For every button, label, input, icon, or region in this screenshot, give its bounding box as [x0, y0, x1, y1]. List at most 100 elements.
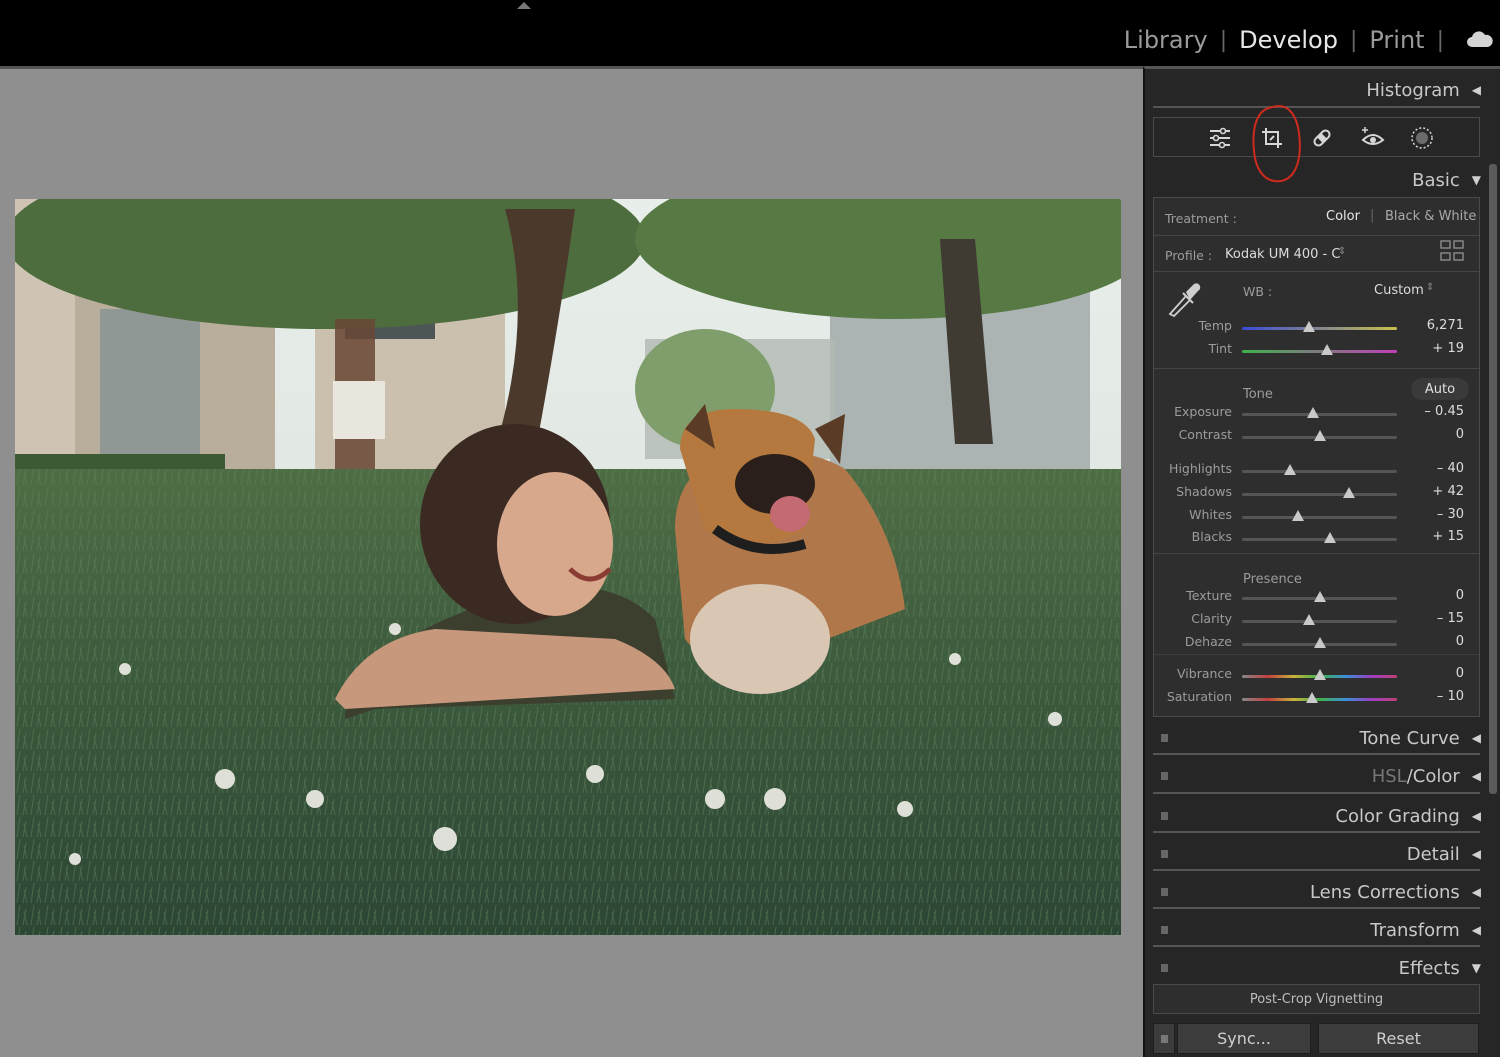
panel-header-hsl-color[interactable]: HSL / Color ◀ [1153, 758, 1481, 794]
profile-browser-grid-icon[interactable] [1440, 240, 1464, 262]
temp-slider-thumb[interactable] [1302, 321, 1315, 332]
collapse-arrow-icon: ◀ [1471, 731, 1481, 745]
wb-select[interactable]: Custom [1374, 283, 1424, 298]
shadows-value[interactable]: + 42 [1404, 484, 1464, 499]
clarity-value[interactable]: – 15 [1404, 611, 1464, 626]
whites-slider-thumb[interactable] [1291, 510, 1304, 521]
profile-stepper-icon[interactable]: ⇕ [1338, 246, 1346, 257]
panel-header-basic[interactable]: Basic ▼ [1153, 162, 1481, 198]
contrast-value[interactable]: 0 [1404, 427, 1464, 442]
exposure-slider-track[interactable] [1242, 413, 1397, 416]
photo-image [15, 199, 1121, 935]
white-balance-eyedropper-icon[interactable] [1164, 278, 1204, 318]
exposure-label: Exposure [1174, 404, 1232, 419]
whites-label: Whites [1189, 507, 1232, 522]
dehaze-value[interactable]: 0 [1404, 634, 1464, 649]
presence-section-label: Presence [1243, 572, 1302, 587]
clarity-slider-thumb[interactable] [1302, 614, 1315, 625]
photo-preview[interactable] [15, 199, 1121, 935]
vibrance-value[interactable]: 0 [1404, 666, 1464, 681]
top-panel-toggle[interactable] [517, 2, 531, 9]
exposure-slider-thumb[interactable] [1307, 407, 1320, 418]
auto-sync-switch[interactable] [1153, 1023, 1175, 1054]
red-eye-icon[interactable] [1360, 125, 1386, 151]
blacks-slider-thumb[interactable] [1324, 532, 1337, 543]
panel-header-color-grading[interactable]: Color Grading ◀ [1153, 798, 1481, 834]
temp-value[interactable]: 6,271 [1404, 318, 1464, 333]
clarity-label: Clarity [1191, 611, 1232, 626]
module-print[interactable]: Print [1357, 26, 1436, 54]
reset-button[interactable]: Reset [1318, 1023, 1479, 1054]
temp-slider-track[interactable] [1242, 327, 1397, 330]
tint-value[interactable]: + 19 [1404, 341, 1464, 356]
shadows-slider-thumb[interactable] [1342, 487, 1355, 498]
panel-switch[interactable] [1161, 964, 1168, 972]
temp-label: Temp [1198, 318, 1232, 333]
panel-header-tone-curve[interactable]: Tone Curve ◀ [1153, 720, 1481, 756]
basic-title: Basic [1412, 169, 1460, 191]
tint-label: Tint [1208, 341, 1232, 356]
histogram-title: Histogram [1366, 79, 1460, 101]
profile-label: Profile : [1165, 248, 1213, 263]
panel-header-detail[interactable]: Detail ◀ [1153, 836, 1481, 872]
color-grading-title: Color Grading [1335, 805, 1460, 827]
wb-label: WB : [1243, 284, 1273, 299]
tint-slider-track[interactable] [1242, 350, 1397, 353]
exposure-value[interactable]: – 0.45 [1404, 404, 1464, 419]
panel-switch[interactable] [1161, 772, 1168, 780]
hsl-tab[interactable]: HSL [1372, 766, 1407, 787]
saturation-slider-track[interactable] [1242, 698, 1397, 701]
blacks-slider-track[interactable] [1242, 538, 1397, 541]
wb-stepper-icon[interactable]: ⇕ [1426, 282, 1434, 293]
contrast-label: Contrast [1178, 427, 1232, 442]
panel-switch[interactable] [1161, 850, 1168, 858]
edit-sliders-icon[interactable] [1208, 127, 1232, 149]
panel-header-lens-corrections[interactable]: Lens Corrections ◀ [1153, 874, 1481, 910]
panel-header-histogram[interactable]: Histogram ◀ [1153, 72, 1481, 108]
vibrance-slider-thumb[interactable] [1313, 669, 1326, 680]
treatment-label: Treatment : [1165, 211, 1237, 226]
blacks-value[interactable]: + 15 [1404, 529, 1464, 544]
panel-header-effects[interactable]: Effects ▼ [1153, 950, 1481, 986]
texture-value[interactable]: 0 [1404, 588, 1464, 603]
highlights-slider-track[interactable] [1242, 470, 1397, 473]
panel-switch[interactable] [1161, 888, 1168, 896]
texture-slider-thumb[interactable] [1313, 591, 1326, 602]
tint-slider-thumb[interactable] [1321, 344, 1334, 355]
panel-header-transform[interactable]: Transform ◀ [1153, 912, 1481, 948]
switch-indicator [1160, 1034, 1168, 1043]
saturation-slider-thumb[interactable] [1305, 692, 1318, 703]
post-crop-vignetting-section: Post-Crop Vignetting [1153, 984, 1480, 1014]
whites-slider-track[interactable] [1242, 516, 1397, 519]
panel-switch[interactable] [1161, 812, 1168, 820]
module-library[interactable]: Library [1112, 26, 1220, 54]
shadows-slider-track[interactable] [1242, 493, 1397, 496]
cloud-sync-icon[interactable] [1466, 30, 1494, 48]
row-divider [1154, 654, 1479, 655]
healing-icon[interactable] [1310, 126, 1334, 150]
vibrance-label: Vibrance [1177, 666, 1232, 681]
panel-switch[interactable] [1161, 926, 1168, 934]
detail-title: Detail [1406, 843, 1460, 865]
panel-switch[interactable] [1161, 734, 1168, 742]
contrast-slider-thumb[interactable] [1313, 430, 1326, 441]
whites-value[interactable]: – 30 [1404, 507, 1464, 522]
panel-divider [1153, 907, 1480, 909]
profile-select[interactable]: Kodak UM 400 - C [1225, 247, 1340, 262]
highlights-value[interactable]: – 40 [1404, 461, 1464, 476]
auto-tone-button[interactable]: Auto [1411, 378, 1469, 400]
clarity-slider-track[interactable] [1242, 620, 1397, 623]
panel-scrollbar[interactable] [1489, 164, 1497, 794]
color-tab[interactable]: Color [1413, 766, 1460, 787]
highlights-slider-thumb[interactable] [1284, 464, 1297, 475]
collapse-arrow-icon: ◀ [1471, 83, 1481, 97]
dehaze-label: Dehaze [1184, 634, 1232, 649]
dehaze-slider-thumb[interactable] [1313, 637, 1326, 648]
saturation-value[interactable]: – 10 [1404, 689, 1464, 704]
masking-icon[interactable] [1410, 126, 1434, 150]
treatment-bw-option[interactable]: Black & White [1385, 209, 1476, 224]
panel-divider [1153, 831, 1480, 833]
module-develop[interactable]: Develop [1227, 26, 1350, 54]
treatment-color-option[interactable]: Color [1326, 209, 1360, 224]
sync-button[interactable]: Sync... [1177, 1023, 1311, 1054]
